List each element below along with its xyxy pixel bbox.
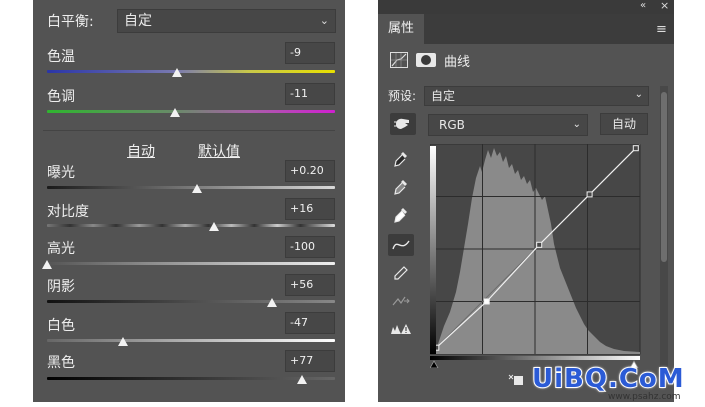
shadows-field[interactable]: +56 — [285, 274, 335, 296]
shadows-label: 阴影 — [47, 279, 75, 295]
exposure-slider-thumb[interactable] — [191, 184, 202, 193]
white-balance-select[interactable]: 自定 ⌄ — [117, 9, 336, 33]
chevron-down-icon: ⌄ — [572, 119, 581, 130]
exposure-label: 曝光 — [47, 165, 75, 181]
temperature-slider-thumb[interactable] — [171, 68, 182, 77]
input-gradient-bar — [430, 146, 436, 354]
default-link[interactable]: 默认值 — [198, 141, 240, 161]
tint-slider-thumb[interactable] — [170, 108, 181, 117]
preset-label: 预设: — [388, 89, 417, 103]
whites-field[interactable]: -47 — [285, 312, 335, 334]
curve-point-tool-icon[interactable] — [388, 234, 414, 256]
white-balance-value: 自定 — [124, 13, 152, 29]
tab-bar: 属性 ≡ — [378, 14, 674, 44]
preset-value: 自定 — [431, 89, 456, 103]
curve-point[interactable] — [586, 191, 593, 198]
tab-properties[interactable]: 属性 — [378, 14, 424, 44]
whites-slider-thumb[interactable] — [118, 337, 129, 346]
temperature-field[interactable]: -9 — [285, 42, 335, 64]
properties-panel: « × 属性 ≡ 曲线 预设: 自定 ⌄ RGB ⌄ 自动 — [378, 0, 674, 402]
watermark-url: www.psahz.com — [608, 392, 681, 402]
shadows-slider-thumb[interactable] — [266, 298, 277, 307]
temperature-slider-track[interactable] — [47, 70, 335, 73]
black-point-slider-icon[interactable] — [430, 360, 439, 368]
white-point-eyedropper-icon[interactable] — [388, 204, 414, 226]
white-balance-label: 白平衡: — [47, 14, 94, 30]
contrast-slider-thumb[interactable] — [209, 222, 220, 231]
exposure-field[interactable]: +0.20 — [285, 160, 335, 182]
section-divider — [43, 130, 335, 131]
smooth-curve-icon[interactable] — [388, 290, 414, 312]
gray-point-eyedropper-icon[interactable] — [388, 176, 414, 198]
curve-point[interactable] — [632, 145, 639, 152]
shadows-slider-track[interactable] — [47, 300, 335, 303]
curve-point[interactable] — [536, 241, 543, 248]
curves-adjustment-icon — [390, 52, 408, 68]
whites-slider-track[interactable] — [47, 339, 335, 342]
highlights-slider-thumb[interactable] — [42, 260, 52, 269]
auto-button[interactable]: 自动 — [600, 113, 648, 135]
curves-graph[interactable] — [430, 144, 646, 368]
curve-point[interactable] — [483, 298, 490, 305]
blacks-slider-thumb[interactable] — [296, 375, 307, 384]
pencil-icon[interactable] — [388, 262, 414, 284]
close-icon[interactable]: × — [660, 0, 669, 12]
channel-select[interactable]: RGB ⌄ — [428, 114, 588, 136]
black-point-eyedropper-icon[interactable] — [388, 148, 414, 170]
contrast-field[interactable]: +16 — [285, 198, 335, 220]
temperature-label: 色温 — [47, 49, 75, 65]
contrast-label: 对比度 — [47, 204, 89, 220]
highlights-label: 高光 — [47, 241, 75, 257]
contrast-slider-track[interactable] — [47, 224, 335, 227]
tint-field[interactable]: -11 — [285, 83, 335, 105]
camera-raw-basic-panel: 白平衡: 自定 ⌄ 色温 -9 色调 -11 自动 默认值 曝光 +0.20 对… — [33, 0, 345, 402]
tint-slider-track[interactable] — [47, 110, 335, 113]
preset-select[interactable]: 自定 ⌄ — [424, 86, 649, 106]
output-gradient-bar — [430, 356, 640, 360]
targeted-adjustment-hand-icon[interactable] — [390, 113, 416, 135]
highlights-slider-track[interactable] — [47, 262, 335, 265]
panel-title: 曲线 — [444, 55, 471, 70]
chevron-down-icon: ⌄ — [319, 14, 329, 27]
layer-mask-icon[interactable] — [416, 53, 436, 67]
clip-to-layer-icon[interactable] — [508, 374, 524, 386]
tint-label: 色调 — [47, 89, 75, 105]
auto-link[interactable]: 自动 — [127, 141, 155, 161]
blacks-label: 黑色 — [47, 355, 75, 371]
blacks-field[interactable]: +77 — [285, 350, 335, 372]
channel-value: RGB — [439, 118, 465, 132]
watermark-brand: UiBQ.CoM — [531, 363, 685, 395]
highlights-field[interactable]: -100 — [285, 236, 335, 258]
collapse-icon[interactable]: « — [640, 0, 646, 11]
panel-titlebar: « × — [378, 0, 674, 14]
panel-menu-icon[interactable]: ≡ — [656, 22, 667, 37]
chevron-down-icon: ⌄ — [634, 89, 643, 100]
whites-label: 白色 — [47, 318, 75, 334]
scrollbar-thumb[interactable] — [661, 92, 667, 262]
scrollbar[interactable] — [660, 86, 668, 376]
blacks-slider-track[interactable] — [47, 377, 335, 380]
clipping-warning-icon[interactable] — [388, 318, 414, 340]
